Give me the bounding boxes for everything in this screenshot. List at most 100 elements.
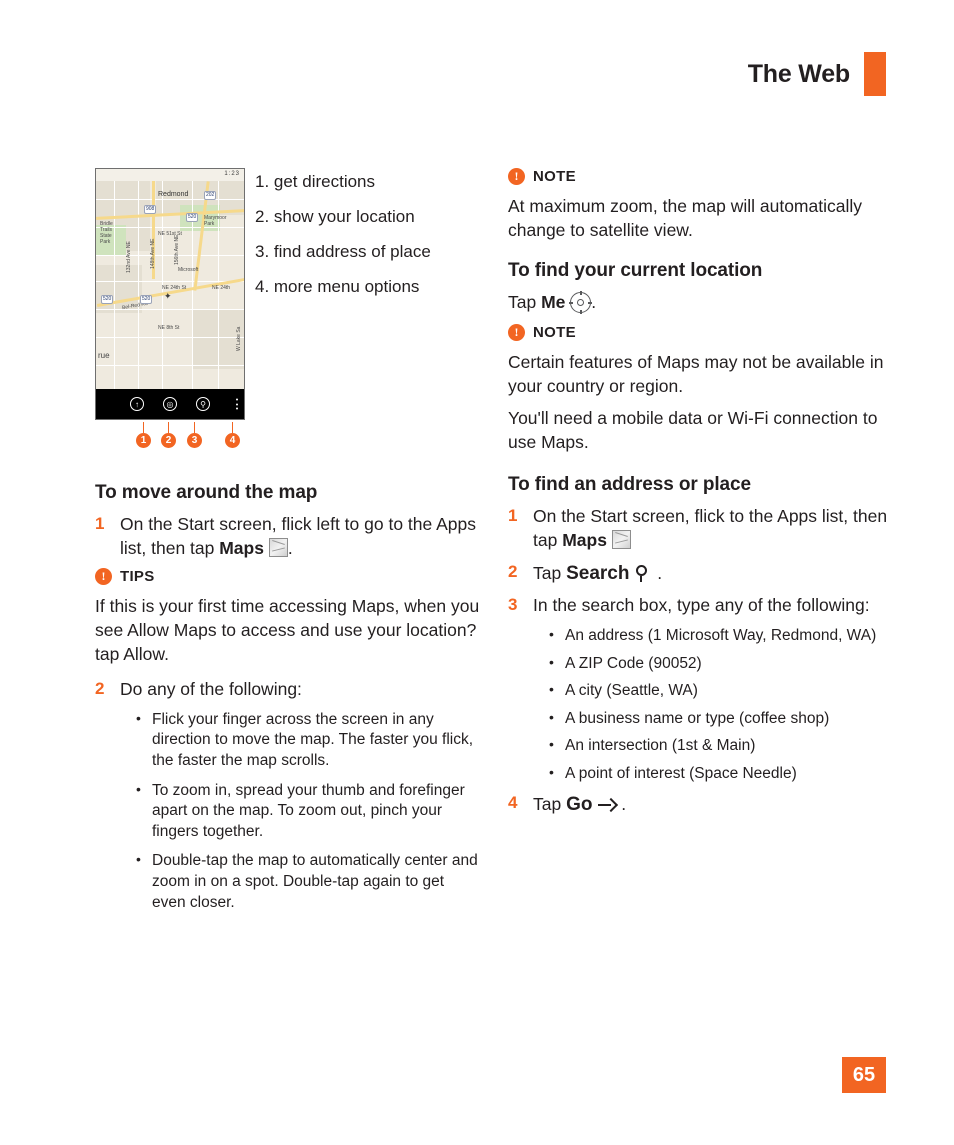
maps-icon	[611, 530, 631, 549]
more-menu-icon[interactable]	[236, 398, 238, 410]
step-number: 2	[508, 561, 518, 581]
map-label: NE 8th St	[158, 325, 180, 331]
step-text: Tap	[533, 562, 567, 583]
callout-4: 4	[225, 433, 240, 448]
map-label: Microsoft	[178, 267, 199, 273]
map-label: rue	[98, 351, 110, 360]
step-text-end: .	[616, 793, 627, 814]
callout-2: 2	[161, 433, 176, 448]
step-move-1: 1 On the Start screen, flick left to go …	[95, 513, 480, 560]
tap-text: Tap	[508, 292, 542, 313]
heading-find-current-location: To find your current location	[508, 260, 763, 282]
route-shield: 520	[140, 295, 153, 304]
step-move-2: 2 Do any of the following:	[95, 678, 480, 702]
map-label: 148th Ave NE	[150, 238, 156, 270]
page-number: 65	[842, 1057, 886, 1093]
note-header-2: ! NOTE	[508, 323, 893, 341]
legend-item-2: 2. show your location	[255, 207, 415, 227]
list-item: To zoom in, spread your thumb and forefi…	[136, 780, 480, 843]
list-item: Double-tap the map to automatically cent…	[136, 850, 480, 913]
step-address-4: 4 Tap Go .	[508, 792, 893, 818]
step-number: 2	[95, 679, 105, 699]
legend-item-3: 3. find address of place	[255, 242, 431, 262]
step-bold: Go	[566, 793, 593, 815]
route-shield: 520	[186, 213, 199, 222]
heading-find-address: To find an address or place	[508, 474, 751, 496]
directions-icon[interactable]: ↑	[130, 397, 144, 411]
phone-app-bar: ↑ ◎ ⚲	[96, 389, 244, 419]
my-location-icon[interactable]: ◎	[163, 397, 177, 411]
map-label: Bridle Trails State Park	[100, 221, 113, 245]
tips-header: ! TIPS	[95, 568, 480, 586]
legend-item-1: 1. get directions	[255, 172, 376, 191]
go-arrow-icon	[597, 797, 616, 813]
tips-label: TIPS	[120, 568, 155, 586]
map-canvas: Redmond Marymoor Park Bridle Trails Stat…	[96, 169, 244, 419]
step-text: In the search box, type any of the follo…	[533, 595, 870, 616]
list-item: An intersection (1st & Main)	[549, 735, 893, 757]
map-label: W Lake Sa	[236, 326, 242, 351]
move-bullet-list: Flick your finger across the screen in a…	[95, 709, 480, 913]
step-address-2: 2 Tap Search .	[508, 561, 893, 587]
list-item: An address (1 Microsoft Way, Redmond, WA…	[549, 625, 893, 647]
map-label: 156th Ave NE	[174, 234, 180, 266]
step-bold: Search	[566, 562, 630, 584]
callout-3: 3	[187, 433, 202, 448]
phone-status-bar: 1:23	[96, 169, 244, 181]
callout-1: 1	[136, 433, 151, 448]
exclamation-icon: !	[508, 168, 525, 185]
search-icon	[634, 564, 652, 583]
search-icon[interactable]: ⚲	[196, 397, 210, 411]
note-header-1: ! NOTE	[508, 168, 893, 185]
map-label: 132nd Ave NE	[126, 241, 132, 273]
step-text: On the Start screen, flick left to go to…	[120, 514, 477, 558]
figure-callouts: 1 2 3 4	[95, 422, 245, 460]
list-item: Flick your finger across the screen in a…	[136, 709, 480, 772]
step-bold: Maps	[219, 537, 264, 558]
step-text: Do any of the following:	[120, 679, 302, 700]
note-label: NOTE	[533, 168, 576, 185]
map-label: Marymoor Park	[204, 215, 227, 227]
right-column: ! NOTE At maximum zoom, the map will aut…	[508, 168, 893, 825]
note-body-2a: Certain features of Maps may not be avai…	[508, 351, 884, 396]
list-item: A city (Seattle, WA)	[549, 680, 893, 702]
note-body-1: At maximum zoom, the map will automatica…	[508, 196, 862, 240]
step-address-3: 3 In the search box, type any of the fol…	[508, 594, 893, 618]
exclamation-icon: !	[95, 568, 112, 586]
step-number: 4	[508, 792, 518, 812]
my-location-icon	[569, 291, 593, 315]
address-bullet-list: An address (1 Microsoft Way, Redmond, WA…	[508, 625, 893, 785]
step-number: 3	[508, 595, 518, 615]
tap-me-line: Tap Me .	[508, 291, 893, 315]
route-shield: 908	[144, 205, 157, 214]
page-title: The Web	[747, 59, 851, 88]
map-label: NE 24th	[212, 285, 231, 291]
step-bold: Maps	[562, 530, 607, 550]
step-number: 1	[508, 506, 518, 526]
step-text-end: .	[287, 537, 293, 558]
manual-page: The Web Redmond Marymoor Park Bridle Tra…	[0, 0, 954, 1145]
list-item: A business name or type (coffee shop)	[549, 708, 893, 730]
route-shield: 520	[101, 295, 114, 304]
maps-icon	[268, 537, 288, 557]
step-number: 1	[95, 514, 105, 533]
exclamation-icon: !	[508, 323, 525, 341]
heading-move-around-map: To move around the map	[95, 482, 318, 503]
me-bold: Me	[541, 292, 566, 313]
map-label: Redmond	[158, 191, 189, 198]
note-body-2b: You'll need a mobile data or Wi-Fi conne…	[508, 408, 878, 452]
note-label: NOTE	[533, 323, 576, 341]
tips-body: If this is your first time accessing Map…	[95, 596, 480, 664]
step-address-1: 1 On the Start screen, flick to the Apps…	[508, 505, 893, 552]
step-text: Tap	[533, 793, 567, 814]
phone-maps-screenshot: Redmond Marymoor Park Bridle Trails Stat…	[95, 168, 245, 420]
list-item: A point of interest (Space Needle)	[549, 763, 893, 785]
compass-icon: ✦	[164, 291, 172, 301]
page-header: The Web	[748, 52, 886, 96]
list-item: A ZIP Code (90052)	[549, 653, 893, 675]
status-clock: 1:23	[224, 171, 240, 177]
figure-legend: 1. get directions 2. show your location …	[255, 170, 480, 311]
step-text-end: .	[652, 562, 663, 583]
route-shield: 202	[204, 191, 217, 200]
header-accent-bar	[864, 52, 886, 96]
